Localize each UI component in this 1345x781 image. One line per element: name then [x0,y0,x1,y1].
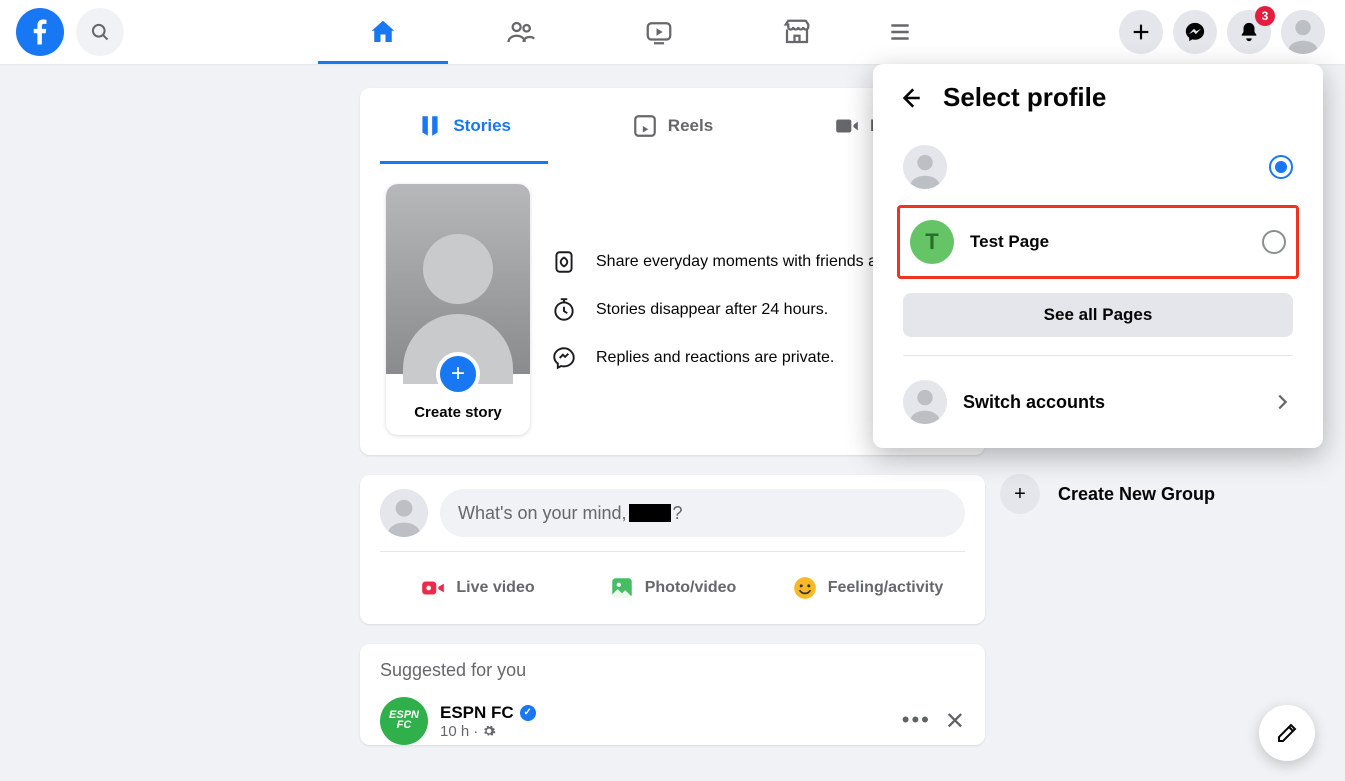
nav-marketplace[interactable] [732,0,862,64]
create-story-card[interactable]: + Create story [386,184,530,435]
switch-avatar [903,380,947,424]
profile-row-page[interactable]: T Test Page [904,210,1292,274]
messenger-outline-icon [550,345,578,371]
header-nav [300,0,1119,64]
live-video-button[interactable]: Live video [380,566,575,610]
photo-video-label: Photo/video [645,579,737,597]
clock-icon [550,297,578,323]
suggested-row[interactable]: ESPN FC ESPN FC ✓ 10 h · ••• ✕ [380,697,965,745]
live-video-label: Live video [456,579,534,597]
info-c: Replies and reactions are private. [596,349,834,367]
composer-avatar[interactable] [380,489,428,537]
suggested-name: ESPN FC [440,703,514,723]
header-right: 3 [1119,10,1345,54]
top-header: 3 [0,0,1345,64]
create-new-group-label: Create New Group [1058,484,1215,505]
composer-card: What's on your mind, ? Live video Photo/… [360,475,985,624]
radio-unselected[interactable] [1262,230,1286,254]
select-profile-popup: Select profile T Test Page See all Pages… [873,64,1323,448]
popup-title: Select profile [943,82,1106,113]
notifications-button[interactable]: 3 [1227,10,1271,54]
compose-suffix: ? [673,503,683,524]
info-b: Stories disappear after 24 hours. [596,301,828,319]
feeling-activity-button[interactable]: Feeling/activity [770,566,965,610]
suggested-title: Suggested for you [380,660,965,681]
create-story-avatar-placeholder: + [386,184,530,374]
suggested-card: Suggested for you ESPN FC ESPN FC ✓ 10 h… [360,644,985,745]
tab-stories[interactable]: Stories [360,88,568,164]
profile-row-page-highlight: T Test Page [897,205,1299,279]
create-new-group-row[interactable]: + Create New Group [1000,474,1215,514]
facebook-logo-icon[interactable] [16,8,64,56]
tab-stories-label: Stories [453,116,511,136]
more-icon[interactable]: ••• [902,707,931,736]
moments-icon [550,249,578,275]
switch-accounts-row[interactable]: Switch accounts [897,374,1299,430]
nav-friends[interactable] [456,0,586,64]
personal-avatar [903,145,947,189]
plus-icon: + [1000,474,1040,514]
verified-icon: ✓ [520,705,536,721]
messenger-button[interactable] [1173,10,1217,54]
back-button[interactable] [897,85,923,111]
account-avatar-button[interactable] [1281,10,1325,54]
plus-icon: + [436,352,480,396]
notification-badge: 3 [1255,6,1275,26]
redacted-name [629,504,671,522]
page-name: Test Page [970,232,1246,252]
header-left [0,8,300,56]
create-button[interactable] [1119,10,1163,54]
nav-menu[interactable] [870,0,930,64]
suggested-time: 10 h [440,723,469,740]
tab-reels-label: Reels [668,116,713,136]
chevron-right-icon [1271,391,1293,413]
nav-home[interactable] [318,0,448,64]
tab-reels[interactable]: Reels [568,88,776,164]
compose-prefix: What's on your mind, [458,503,627,524]
page-avatar: T [910,220,954,264]
feeling-activity-label: Feeling/activity [828,579,944,597]
compose-input[interactable]: What's on your mind, ? [440,489,965,537]
switch-accounts-label: Switch accounts [963,392,1255,413]
compose-fab[interactable] [1259,705,1315,761]
search-button[interactable] [76,8,124,56]
close-icon[interactable]: ✕ [945,707,965,736]
profile-row-personal[interactable] [897,135,1299,199]
radio-selected[interactable] [1269,155,1293,179]
photo-video-button[interactable]: Photo/video [575,566,770,610]
espn-avatar: ESPN FC [380,697,428,745]
nav-watch[interactable] [594,0,724,64]
gear-icon [482,724,496,738]
see-all-pages-button[interactable]: See all Pages [903,293,1293,337]
